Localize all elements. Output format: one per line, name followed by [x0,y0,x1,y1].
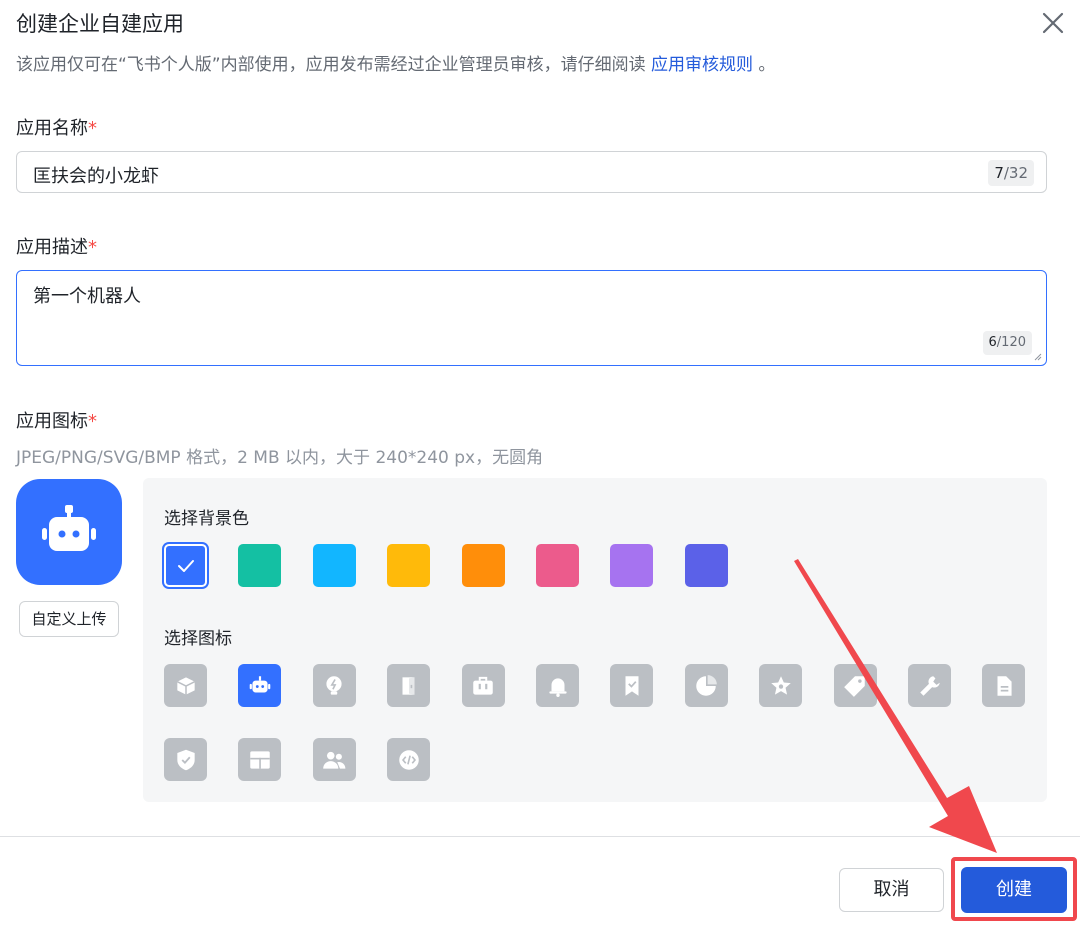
app-name-value[interactable]: 匡扶会的小龙虾 [33,162,159,188]
lightbulb-icon [326,675,342,695]
review-rules-link[interactable]: 应用审核规则 [651,55,753,75]
briefcase-icon [473,676,493,695]
app-icon-preview [16,479,122,585]
icon-option[interactable] [312,664,356,707]
icon-option[interactable] [312,738,356,781]
icon-option[interactable] [908,664,951,707]
footer-divider [0,836,1080,837]
cancel-button[interactable]: 取消 [839,868,944,912]
app-name-counter: 7/32 [988,160,1034,186]
door-icon [402,676,415,695]
code-icon [398,749,419,770]
users-icon [323,751,346,769]
custom-upload-button[interactable]: 自定义上传 [19,601,119,637]
cube-icon [176,676,195,695]
icon-option[interactable] [238,664,282,707]
bookmark-icon [625,675,639,696]
icon-format-hint: JPEG/PNG/SVG/BMP 格式，2 MB 以内，大于 240*240 p… [16,448,544,468]
create-button[interactable]: 创建 [961,867,1067,913]
icon-option[interactable] [610,664,654,707]
icon-option[interactable] [164,738,207,781]
required-mark: * [88,411,97,432]
icon-picker-panel: 选择背景色 选择图标 [143,478,1047,802]
icon-option[interactable] [833,664,877,707]
required-mark: * [88,118,97,139]
star-icon [770,675,791,695]
tag-icon [844,675,865,697]
layout-icon [250,750,270,769]
robot-icon [42,505,96,551]
app-icon-label: 应用图标* [16,411,97,432]
close-icon[interactable] [1038,8,1068,38]
app-name-input[interactable]: 匡扶会的小龙虾 7/32 [16,151,1047,193]
color-swatch[interactable] [312,544,356,587]
app-desc-value[interactable]: 第一个机器人 [33,282,141,308]
dialog-title: 创建企业自建应用 [16,12,184,36]
icon-option[interactable] [536,664,579,707]
color-swatch[interactable] [610,544,654,587]
icon-option[interactable] [759,664,803,707]
app-desc-label: 应用描述* [16,237,97,258]
subtitle-text: 该应用仅可在“飞书个人版”内部使用，应用发布需经过企业管理员审核，请仔细阅读 [16,55,652,75]
dialog-subtitle: 该应用仅可在“飞书个人版”内部使用，应用发布需经过企业管理员审核，请仔细阅读 应… [16,50,775,75]
icon-option[interactable] [164,664,207,707]
app-desc-counter: 6/120 [982,331,1032,355]
icon-option[interactable] [461,664,505,707]
color-swatch[interactable] [387,544,431,587]
icon-option[interactable] [387,664,431,707]
subtitle-suffix: 。 [753,55,776,75]
color-swatch[interactable] [461,544,505,587]
icon-option[interactable] [982,664,1026,707]
color-swatch[interactable] [164,544,207,587]
check-icon [177,559,194,572]
required-mark: * [88,237,97,258]
wrench-icon [919,675,940,696]
robot-icon [249,675,271,692]
icon-option[interactable] [684,664,728,707]
icon-select-label: 选择图标 [164,629,232,649]
pie-chart-icon [696,674,718,696]
app-name-label: 应用名称* [16,118,97,139]
document-icon [997,675,1012,696]
icon-option[interactable] [238,738,282,781]
color-swatch[interactable] [238,544,282,587]
shield-icon [176,749,195,770]
color-swatch[interactable] [536,544,579,587]
resize-handle-icon[interactable] [1032,351,1042,361]
bg-color-label: 选择背景色 [164,509,249,529]
bell-icon [548,677,567,697]
color-swatch[interactable] [684,544,728,587]
icon-option[interactable] [387,738,431,781]
app-desc-textarea[interactable]: 第一个机器人 6/120 [16,270,1047,366]
